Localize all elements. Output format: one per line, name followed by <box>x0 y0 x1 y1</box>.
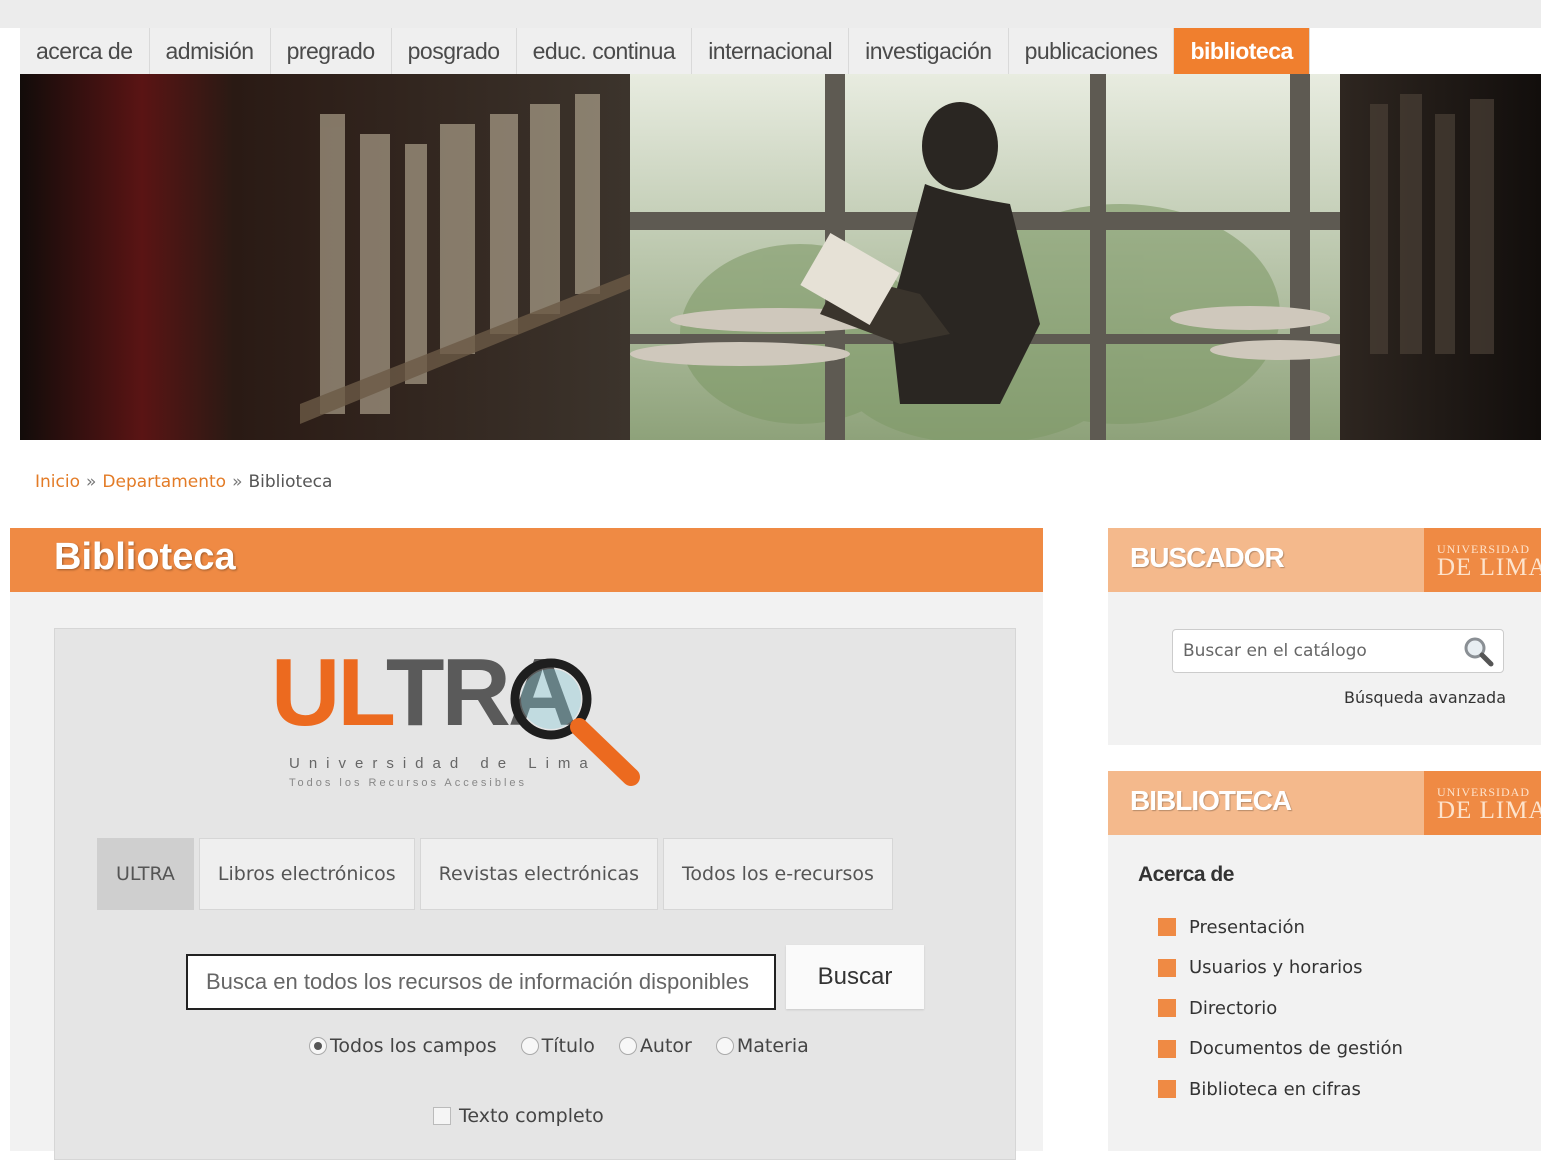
sidebar-subheading: Acerca de <box>1138 863 1234 886</box>
sidebar-buscador-header: BUSCADOR UNIVERSIDAD DE LIMA <box>1108 528 1541 592</box>
library-photo <box>20 74 1541 440</box>
tab-revistas-electronicas[interactable]: Revistas electrónicas <box>419 838 659 910</box>
top-strip <box>0 0 1541 28</box>
sidebar-buscador: BUSCADOR UNIVERSIDAD DE LIMA Búsqueda av… <box>1108 528 1541 745</box>
fulltext-label: Texto completo <box>459 1105 604 1127</box>
breadcrumb-current: Biblioteca <box>248 472 333 492</box>
radio-icon <box>618 1037 637 1055</box>
university-logo: UNIVERSIDAD DE LIMA <box>1424 771 1541 835</box>
sidebar-biblioteca-title: BIBLIOTECA <box>1130 785 1292 816</box>
bullet-icon <box>1158 1039 1176 1058</box>
radio-todos-los-campos[interactable]: Todos los campos <box>309 1035 497 1057</box>
search-button[interactable]: Buscar <box>786 945 924 1009</box>
search-input[interactable] <box>186 954 776 1010</box>
bullet-icon <box>1158 918 1176 937</box>
sidebar-item-usuarios-horarios[interactable]: Usuarios y horarios <box>1158 948 1403 989</box>
catalog-search-input[interactable] <box>1172 629 1504 673</box>
breadcrumb-separator: » <box>232 472 243 492</box>
sidebar-item-biblioteca-cifras[interactable]: Biblioteca en cifras <box>1158 1069 1403 1110</box>
nav-item-publicaciones[interactable]: publicaciones <box>1008 28 1175 74</box>
radio-autor[interactable]: Autor <box>618 1035 692 1057</box>
tab-ultra[interactable]: ULTRA <box>97 838 194 910</box>
page-title-bar: Biblioteca <box>10 528 1043 592</box>
nav-item-biblioteca[interactable]: biblioteca <box>1174 28 1310 74</box>
sidebar-menu: Presentación Usuarios y horarios Directo… <box>1158 907 1403 1110</box>
logo-tagline: Todos los Recursos Accesibles <box>289 777 528 789</box>
radio-selected-icon <box>309 1037 327 1055</box>
bullet-icon <box>1158 999 1176 1018</box>
bullet-icon <box>1158 1080 1176 1099</box>
university-logo: UNIVERSIDAD DE LIMA <box>1424 528 1541 592</box>
main-panel: Biblioteca ULTRA Universidad de Lima Tod… <box>10 528 1043 1160</box>
sidebar-biblioteca-header: BIBLIOTECA UNIVERSIDAD DE LIMA <box>1108 771 1541 835</box>
search-icon[interactable] <box>1461 634 1495 668</box>
radio-icon <box>715 1037 734 1055</box>
sidebar-biblioteca: BIBLIOTECA UNIVERSIDAD DE LIMA Acerca de… <box>1108 771 1541 1151</box>
checkbox-icon <box>433 1107 451 1125</box>
nav-item-admision[interactable]: admisión <box>149 28 271 74</box>
logo-subtitle: Universidad de Lima <box>289 755 597 772</box>
nav-item-internacional[interactable]: internacional <box>692 28 850 74</box>
radio-icon <box>520 1037 539 1055</box>
ultra-search-box: ULTRA Universidad de Lima Todos los Recu… <box>54 628 1016 1160</box>
sidebar-buscador-title: BUSCADOR <box>1130 542 1285 573</box>
nav-item-investigacion[interactable]: investigación <box>849 28 1009 74</box>
nav-item-acerca-de[interactable]: acerca de <box>20 28 150 74</box>
nav-item-posgrado[interactable]: posgrado <box>391 28 517 74</box>
breadcrumb-inicio[interactable]: Inicio <box>35 472 80 492</box>
breadcrumb: Inicio» Departamento» Biblioteca <box>35 472 332 492</box>
ultra-logo: ULTRA Universidad de Lima Todos los Recu… <box>267 643 647 793</box>
breadcrumb-separator: » <box>85 472 97 492</box>
resource-tabs: ULTRA Libros electrónicos Revistas elect… <box>97 838 898 910</box>
fulltext-checkbox[interactable]: Texto completo <box>433 1105 604 1127</box>
page-title: Biblioteca <box>54 536 236 578</box>
nav-item-educ-continua[interactable]: educ. continua <box>516 28 693 74</box>
nav-item-pregrado[interactable]: pregrado <box>270 28 392 74</box>
magnifier-icon <box>510 658 640 786</box>
search-field-options: Todos los campos Título Autor Materia <box>309 1035 833 1057</box>
sidebar-item-presentacion[interactable]: Presentación <box>1158 907 1403 948</box>
main-nav: acerca de admisión pregrado posgrado edu… <box>20 28 1310 74</box>
tab-libros-electronicos[interactable]: Libros electrónicos <box>198 838 415 910</box>
radio-titulo[interactable]: Título <box>520 1035 595 1057</box>
sidebar-item-directorio[interactable]: Directorio <box>1158 988 1403 1029</box>
breadcrumb-departamento[interactable]: Departamento <box>102 472 226 492</box>
bullet-icon <box>1158 958 1176 977</box>
tab-todos-e-recursos[interactable]: Todos los e-recursos <box>663 838 893 910</box>
sidebar-item-documentos-gestion[interactable]: Documentos de gestión <box>1158 1029 1403 1070</box>
advanced-search-link[interactable]: Búsqueda avanzada <box>1344 688 1506 707</box>
radio-materia[interactable]: Materia <box>715 1035 809 1057</box>
hero-banner <box>20 74 1541 440</box>
